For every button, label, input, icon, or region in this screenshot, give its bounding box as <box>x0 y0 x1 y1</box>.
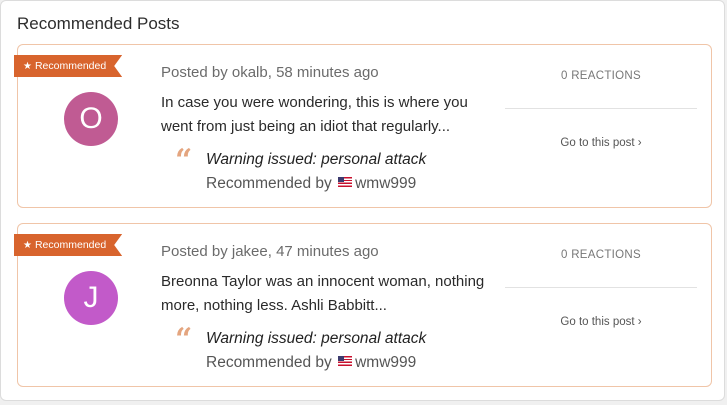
avatar[interactable]: O <box>64 92 118 146</box>
recommended-ribbon: ★ Recommended <box>14 55 122 77</box>
go-to-post-link[interactable]: Go to this post › <box>505 137 697 149</box>
recommender-name[interactable]: wmw999 <box>355 175 416 192</box>
ribbon-label: Recommended <box>34 60 107 72</box>
recommended-by-label: Recommended by <box>206 354 332 371</box>
recommended-by-label: Recommended by <box>206 175 332 192</box>
post-excerpt[interactable]: In case you were wondering, this is wher… <box>161 91 499 139</box>
us-flag-icon <box>338 356 353 366</box>
avatar[interactable]: J <box>64 271 118 325</box>
widget-title: Recommended Posts <box>17 14 180 33</box>
us-flag-icon <box>338 177 353 187</box>
avatar-letter: J <box>83 281 99 314</box>
post-excerpt[interactable]: Breonna Taylor was an innocent woman, no… <box>161 270 499 318</box>
post-card: ★ Recommended J Posted by jakee, 47 minut… <box>17 223 712 387</box>
reactions-count: 0 REACTIONS <box>561 70 641 82</box>
reactions-count: 0 REACTIONS <box>561 249 641 261</box>
quote-icon: “ <box>175 322 193 357</box>
quote-icon: “ <box>175 143 193 178</box>
star-icon: ★ <box>23 240 32 251</box>
recommendation-reason: Warning issued: personal attack <box>206 151 427 168</box>
divider <box>505 108 697 109</box>
recommended-by: Recommended by wmw999 <box>206 175 416 193</box>
avatar-letter: O <box>79 102 103 135</box>
recommended-posts-widget: Recommended Posts ★ Recommended O Posted … <box>0 0 725 401</box>
go-to-post-link[interactable]: Go to this post › <box>505 316 697 328</box>
post-card: ★ Recommended O Posted by okalb, 58 minut… <box>17 44 712 208</box>
recommendation-reason: Warning issued: personal attack <box>206 330 427 347</box>
recommended-by: Recommended by wmw999 <box>206 354 416 372</box>
post-byline: Posted by jakee, 47 minutes ago <box>161 243 379 260</box>
ribbon-label: Recommended <box>34 239 107 251</box>
post-byline: Posted by okalb, 58 minutes ago <box>161 64 379 81</box>
recommended-ribbon: ★ Recommended <box>14 234 122 256</box>
star-icon: ★ <box>23 61 32 72</box>
recommender-name[interactable]: wmw999 <box>355 354 416 371</box>
divider <box>505 287 697 288</box>
